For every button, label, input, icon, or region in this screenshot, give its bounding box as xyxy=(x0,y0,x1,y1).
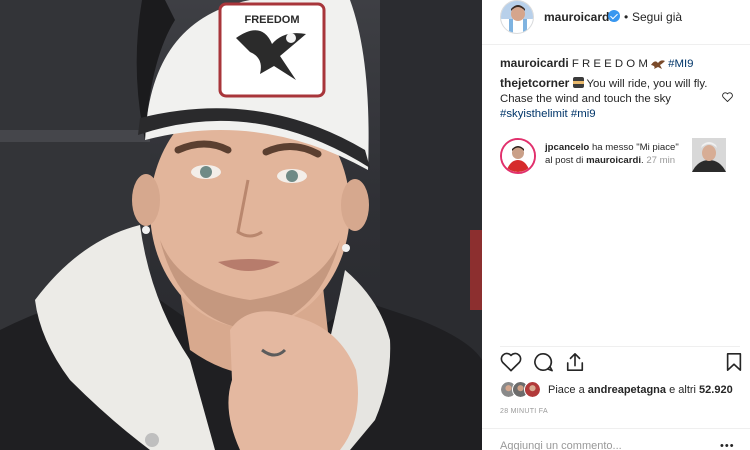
avatar-image xyxy=(501,1,533,33)
comment-username[interactable]: thejetcorner xyxy=(500,76,569,90)
header-separator: • xyxy=(624,10,629,24)
iris-right xyxy=(286,170,298,182)
notification-time: 27 min xyxy=(646,155,676,166)
header-avatar[interactable] xyxy=(500,0,534,34)
background-red-seat xyxy=(470,230,482,310)
post-header: mauroicardi • Segui già xyxy=(482,0,750,44)
caption-username[interactable]: mauroicardi xyxy=(500,56,569,70)
likes-summary: Piace a andreapetagna e altri 52.920 xyxy=(500,381,740,403)
actions-divider xyxy=(500,346,740,347)
likes-text: Piace a andreapetagna e altri 52.920 xyxy=(548,384,733,396)
iris-left xyxy=(200,166,212,178)
caption-text: F R E E D O M xyxy=(571,58,648,70)
more-options-button[interactable]: ••• xyxy=(720,440,735,450)
comment-divider xyxy=(482,428,750,429)
like-notification[interactable]: jpcancelo ha messo "Mi piace" al post di… xyxy=(500,138,740,180)
earring-right xyxy=(342,244,350,252)
header-divider xyxy=(482,44,750,45)
likes-count[interactable]: 52.920 xyxy=(699,384,733,396)
notification-action-2: al post di xyxy=(545,155,584,166)
comment-like-heart-icon[interactable] xyxy=(722,92,733,102)
heart-icon[interactable] xyxy=(500,352,522,372)
notification-target-user[interactable]: mauroicardi xyxy=(586,155,641,166)
notification-avatar[interactable] xyxy=(500,138,536,174)
ear-left xyxy=(132,174,160,226)
caption-hashtag[interactable]: #MI9 xyxy=(668,58,693,70)
thumbnail-image xyxy=(692,138,726,172)
comments-section: mauroicardi F R E E D O M #MI9 thejetcor… xyxy=(500,56,740,122)
comment-text-line-1: You will ride, you will fly. xyxy=(586,78,708,90)
comment-hashtags[interactable]: #skyisthelimit #mi9 xyxy=(500,107,740,122)
post-side-panel: mauroicardi • Segui già mauroicardi F R … xyxy=(482,0,750,450)
post-timestamp[interactable]: 28 MINUTI FA xyxy=(500,408,548,415)
cap-patch-text: FREEDOM xyxy=(245,14,300,26)
comment-icon[interactable] xyxy=(532,352,554,372)
notification-text: jpcancelo ha messo "Mi piace" al post di… xyxy=(545,142,679,166)
share-icon[interactable] xyxy=(564,352,586,372)
jacket-button xyxy=(145,433,159,447)
add-comment-input[interactable]: Aggiungi un commento... xyxy=(500,440,622,450)
notification-avatar-image xyxy=(502,140,534,172)
following-button[interactable]: Segui già xyxy=(632,10,682,24)
verified-badge-icon xyxy=(608,10,620,22)
post-photo[interactable]: FREEDOM xyxy=(0,0,482,450)
comment-text-line-2: Chase the wind and touch the sky xyxy=(500,93,671,105)
caption: mauroicardi F R E E D O M #MI9 xyxy=(500,56,740,72)
eagle-emoji-icon xyxy=(651,60,665,69)
notification-post-thumbnail[interactable] xyxy=(692,138,726,172)
notification-action: ha messo "Mi piace" xyxy=(591,142,679,153)
liker-avatar-3[interactable] xyxy=(524,381,541,398)
bookmark-icon[interactable] xyxy=(725,352,743,372)
background-rail xyxy=(0,130,150,142)
post-actions xyxy=(500,352,743,378)
likes-prefix: Piace a xyxy=(548,384,585,396)
likes-user[interactable]: andreapetagna xyxy=(588,384,666,396)
ear-right xyxy=(341,179,369,231)
likes-middle: e altri xyxy=(669,384,696,396)
header-username[interactable]: mauroicardi xyxy=(544,10,613,24)
ninja-emoji-icon xyxy=(572,77,584,88)
eagle-head xyxy=(286,33,296,43)
notification-username[interactable]: jpcancelo xyxy=(545,142,589,153)
photo-illustration: FREEDOM xyxy=(0,0,482,450)
comment: thejetcorner You will ride, you will fly… xyxy=(500,76,740,122)
earring-left xyxy=(142,226,150,234)
